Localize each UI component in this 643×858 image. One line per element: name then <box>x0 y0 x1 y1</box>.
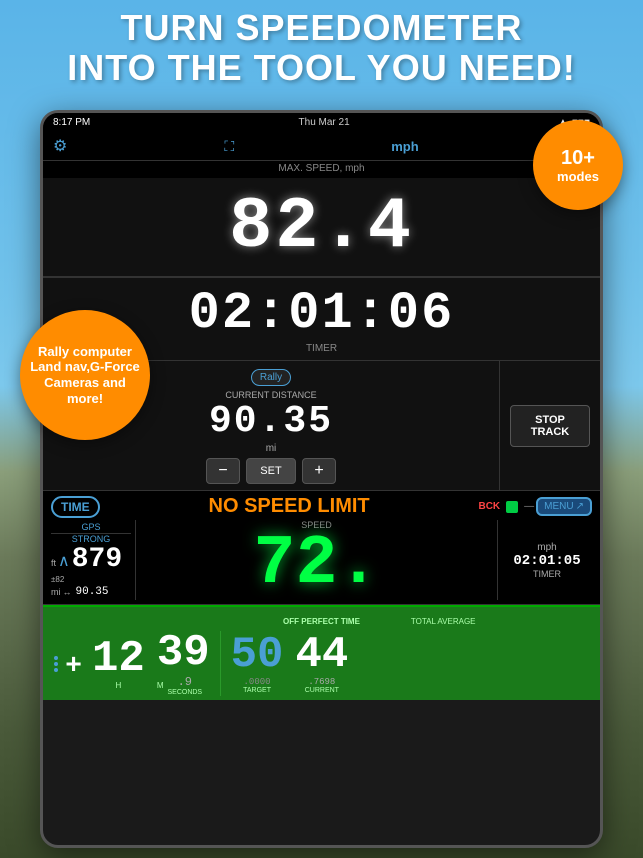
menu-label: MENU <box>544 501 573 512</box>
altitude-icon: ∧ <box>58 551 70 571</box>
distance-set-button[interactable]: SET <box>246 458 296 484</box>
header: TURN SPEEDOMETER INTO THE TOOL YOU NEED! <box>0 8 643 87</box>
seconds-label: SECONDS <box>167 689 202 696</box>
hud-timer-label: TIMER <box>502 569 592 579</box>
rally-bubble: Rally computer Land nav,G-Force Cameras … <box>20 310 150 440</box>
no-speed-limit-label: NO SPEED LIMIT <box>106 495 473 518</box>
hours-value: 12 <box>92 637 145 681</box>
hud-divider-1 <box>135 520 136 600</box>
stop-track-button[interactable]: STOP TRACK <box>510 405 590 447</box>
strip-current-section: 44 .7698 CURRENT <box>289 633 354 694</box>
hud-top-row: TIME NO SPEED LIMIT BCK — MENU ↗ <box>51 495 592 518</box>
strip-plus-section: + <box>51 648 86 680</box>
max-speed-label: MAX. SPEED, mph <box>43 163 600 174</box>
rally-text: Rally computer Land nav,G-Force Cameras … <box>20 344 150 406</box>
distance-controls: − SET + <box>53 458 489 484</box>
odo-icon: ↔ <box>63 587 72 597</box>
alt-accuracy: ±82 <box>51 575 131 584</box>
strip-minutes-section: 39 M .9 SECONDS <box>151 631 216 696</box>
hud-right-panel: mph 02:01:05 TIMER <box>502 542 592 579</box>
header-line1: TURN SPEEDOMETER <box>0 8 643 48</box>
gps-strong-label: STRONG <box>51 534 131 544</box>
hud-center-panel: SPEED 72. <box>140 520 493 600</box>
distance-plus-button[interactable]: + <box>302 458 336 484</box>
seconds-value: .9 <box>167 675 202 689</box>
off-perfect-label: OFF PERFECT TIME <box>283 617 360 626</box>
strip-divider <box>220 631 221 696</box>
max-speed-section: MAX. SPEED, mph <box>43 161 600 178</box>
main-speed-value: 82.4 <box>43 186 600 268</box>
big-speed-value: 72. <box>140 530 493 600</box>
altitude-value: 879 <box>72 544 122 575</box>
hud-left-panel: GPS STRONG ft ∧ 879 ±82 mi ↔ 90.35 <box>51 522 131 598</box>
unit-label: mph <box>391 139 418 154</box>
strip-target-section: 50 .0000 TARGET <box>225 633 290 694</box>
strip-dots <box>51 656 61 672</box>
minutes-value: 39 <box>157 631 210 675</box>
modes-label: modes <box>557 169 599 184</box>
target-label: TARGET <box>231 687 284 694</box>
target-value: 50 <box>231 633 284 677</box>
modes-number: 10+ <box>561 147 595 169</box>
rally-right: STOP TRACK <box>500 361 600 490</box>
distance-minus-button[interactable]: − <box>206 458 240 484</box>
bck-label[interactable]: BCK <box>478 501 500 512</box>
green-indicator <box>506 501 518 513</box>
bottom-strip: OFF PERFECT TIME TOTAL AVERAGE + 12 H <box>43 605 600 700</box>
dash-indicator: — <box>524 501 534 512</box>
strip-main-row: + 12 H 39 M .9 SECONDS <box>51 631 592 696</box>
settings-icon[interactable]: ⚙ <box>53 136 67 156</box>
hud-section: TIME NO SPEED LIMIT BCK — MENU ↗ GPS STR… <box>43 491 600 605</box>
time-badge[interactable]: TIME <box>51 496 100 518</box>
mph-label-small: mph <box>502 542 592 553</box>
alt-label: ft <box>51 558 56 568</box>
rally-tab[interactable]: Rally <box>251 369 291 386</box>
status-date: Thu Mar 21 <box>299 117 350 128</box>
hud-divider-2 <box>497 520 498 600</box>
strip-hours-section: 12 H <box>86 637 151 690</box>
expand-icon[interactable]: ⛶ <box>224 138 234 155</box>
hud-time-value: 02:01:05 <box>502 553 592 569</box>
arrow-icon: ↗ <box>576 501 584 512</box>
odo-label: mi <box>51 587 61 597</box>
current-value: 44 <box>295 633 348 677</box>
hud-main-row: GPS STRONG ft ∧ 879 ±82 mi ↔ 90.35 SPEED… <box>51 520 592 600</box>
modes-bubble: 10+ modes <box>533 120 623 210</box>
dot-3 <box>54 668 58 672</box>
odometer-value: 90.35 <box>76 586 109 598</box>
dot-2 <box>54 662 58 666</box>
dot-1 <box>54 656 58 660</box>
current-label: CURRENT <box>295 687 348 694</box>
status-bar: 8:17 PM Thu Mar 21 ▲ ■■■ <box>43 113 600 132</box>
strip-labels-row: OFF PERFECT TIME TOTAL AVERAGE <box>51 611 592 629</box>
gps-label: GPS <box>51 522 131 534</box>
strip-plus-sign: + <box>61 648 86 680</box>
top-control-bar: ⚙ ⛶ mph ☰ <box>43 132 600 161</box>
header-line2: INTO THE TOOL YOU NEED! <box>0 48 643 88</box>
menu-button[interactable]: MENU ↗ <box>536 497 592 516</box>
main-speed-display: 82.4 <box>43 178 600 278</box>
distance-unit: mi <box>53 443 489 454</box>
total-avg-label: TOTAL AVERAGE <box>411 617 476 626</box>
device-frame: 8:17 PM Thu Mar 21 ▲ ■■■ ⚙ ⛶ mph ☰ MAX. … <box>40 110 603 848</box>
m-label: M <box>157 681 164 690</box>
status-time: 8:17 PM <box>53 117 90 128</box>
